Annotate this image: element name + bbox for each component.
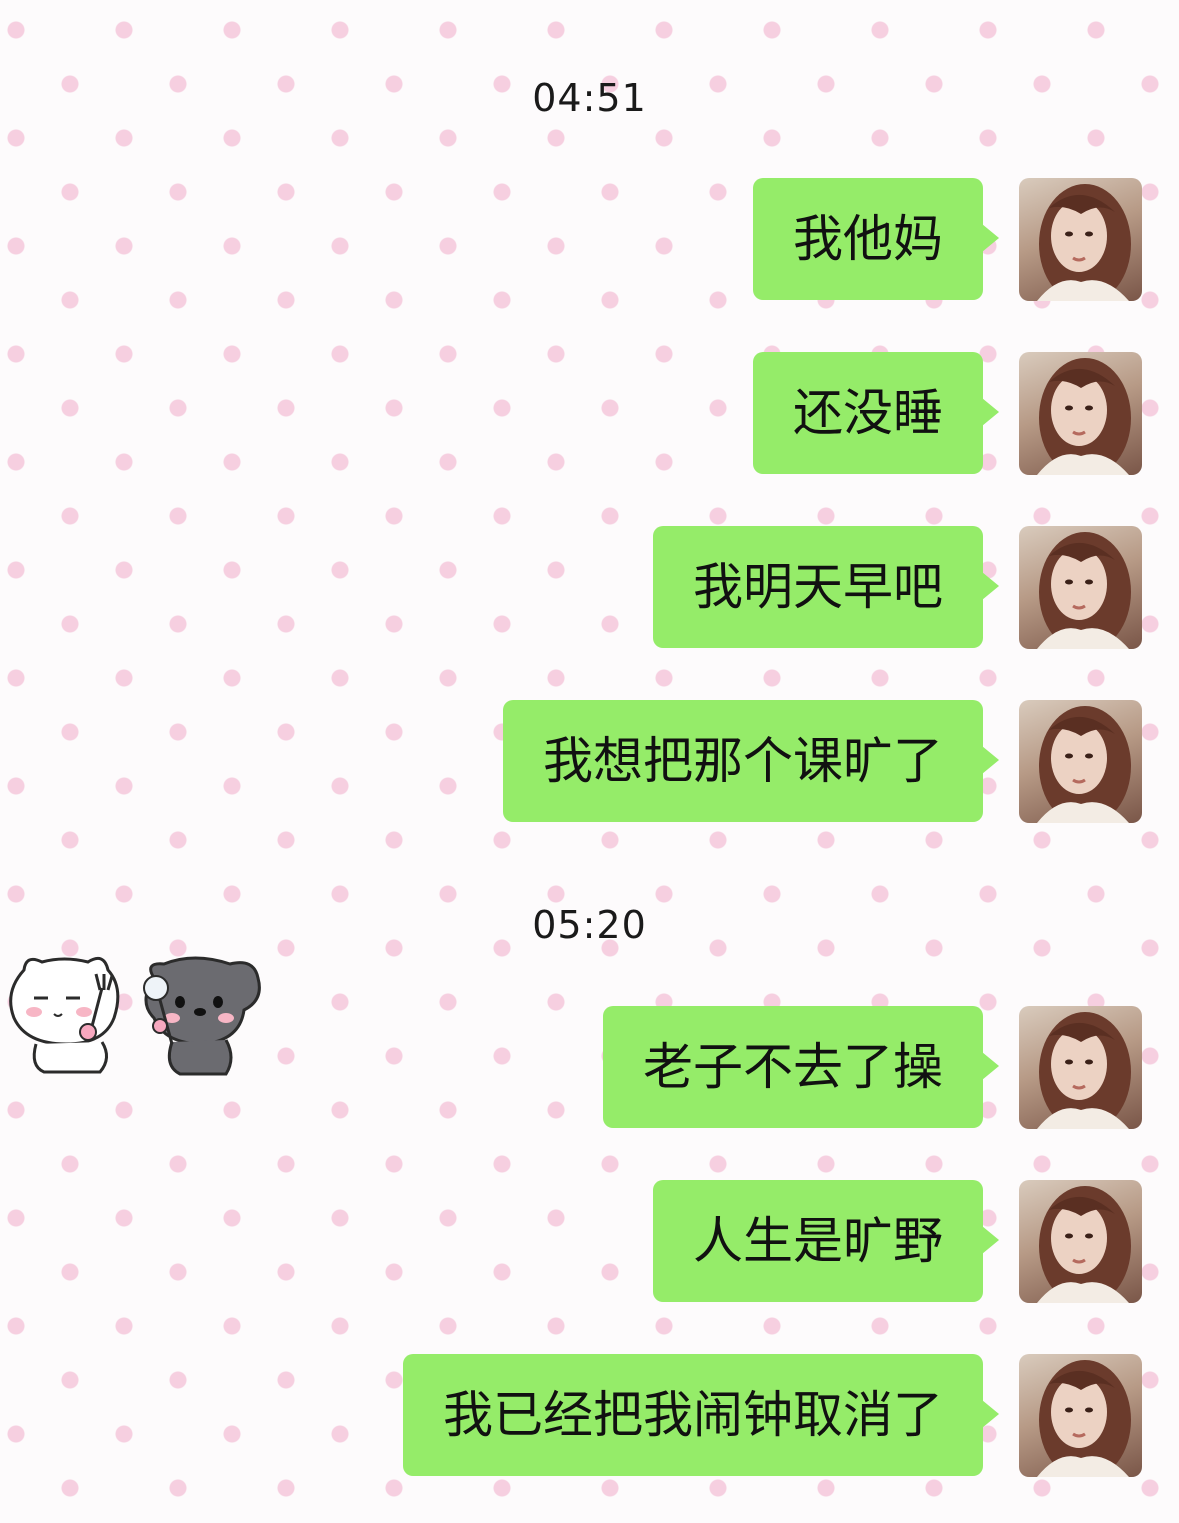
timestamp: 04:51 <box>532 76 647 120</box>
message-row: 我已经把我闹钟取消了 <box>0 1354 1179 1478</box>
message-bubble[interactable]: 人生是旷野 <box>653 1180 999 1302</box>
message-row: 还没睡 <box>0 352 1179 476</box>
message-bubble[interactable]: 还没睡 <box>753 352 999 474</box>
avatar-photo-icon <box>1037 358 1131 475</box>
message-row: 老子不去了操 <box>0 1006 1179 1130</box>
message-bubble[interactable]: 老子不去了操 <box>603 1006 999 1128</box>
message-row: 我明天早吧 <box>0 526 1179 650</box>
avatar[interactable] <box>1019 1006 1142 1129</box>
avatar-photo-icon <box>1037 184 1131 301</box>
message-bubble[interactable]: 我他妈 <box>753 178 999 300</box>
avatar-photo-icon <box>1037 1012 1131 1129</box>
message-row: 人生是旷野 <box>0 1180 1179 1304</box>
message-bubble[interactable]: 我已经把我闹钟取消了 <box>403 1354 999 1476</box>
avatar[interactable] <box>1019 700 1142 823</box>
timestamp: 05:20 <box>532 903 647 947</box>
avatar[interactable] <box>1019 178 1142 301</box>
avatar[interactable] <box>1019 526 1142 649</box>
avatar[interactable] <box>1019 1354 1142 1477</box>
message-row: 我想把那个课旷了 <box>0 700 1179 824</box>
chat-view[interactable]: 04:51 我他妈 还没睡 我明天早吧 我想把那个课旷了 05:20 老子不去了… <box>0 0 1179 1523</box>
message-bubble[interactable]: 我明天早吧 <box>653 526 999 648</box>
avatar[interactable] <box>1019 352 1142 475</box>
message-bubble[interactable]: 我想把那个课旷了 <box>503 700 999 822</box>
avatar-photo-icon <box>1037 1360 1131 1477</box>
avatar-photo-icon <box>1037 1186 1131 1303</box>
message-row: 我他妈 <box>0 178 1179 302</box>
avatar-photo-icon <box>1037 532 1131 649</box>
avatar-photo-icon <box>1037 706 1131 823</box>
avatar[interactable] <box>1019 1180 1142 1303</box>
